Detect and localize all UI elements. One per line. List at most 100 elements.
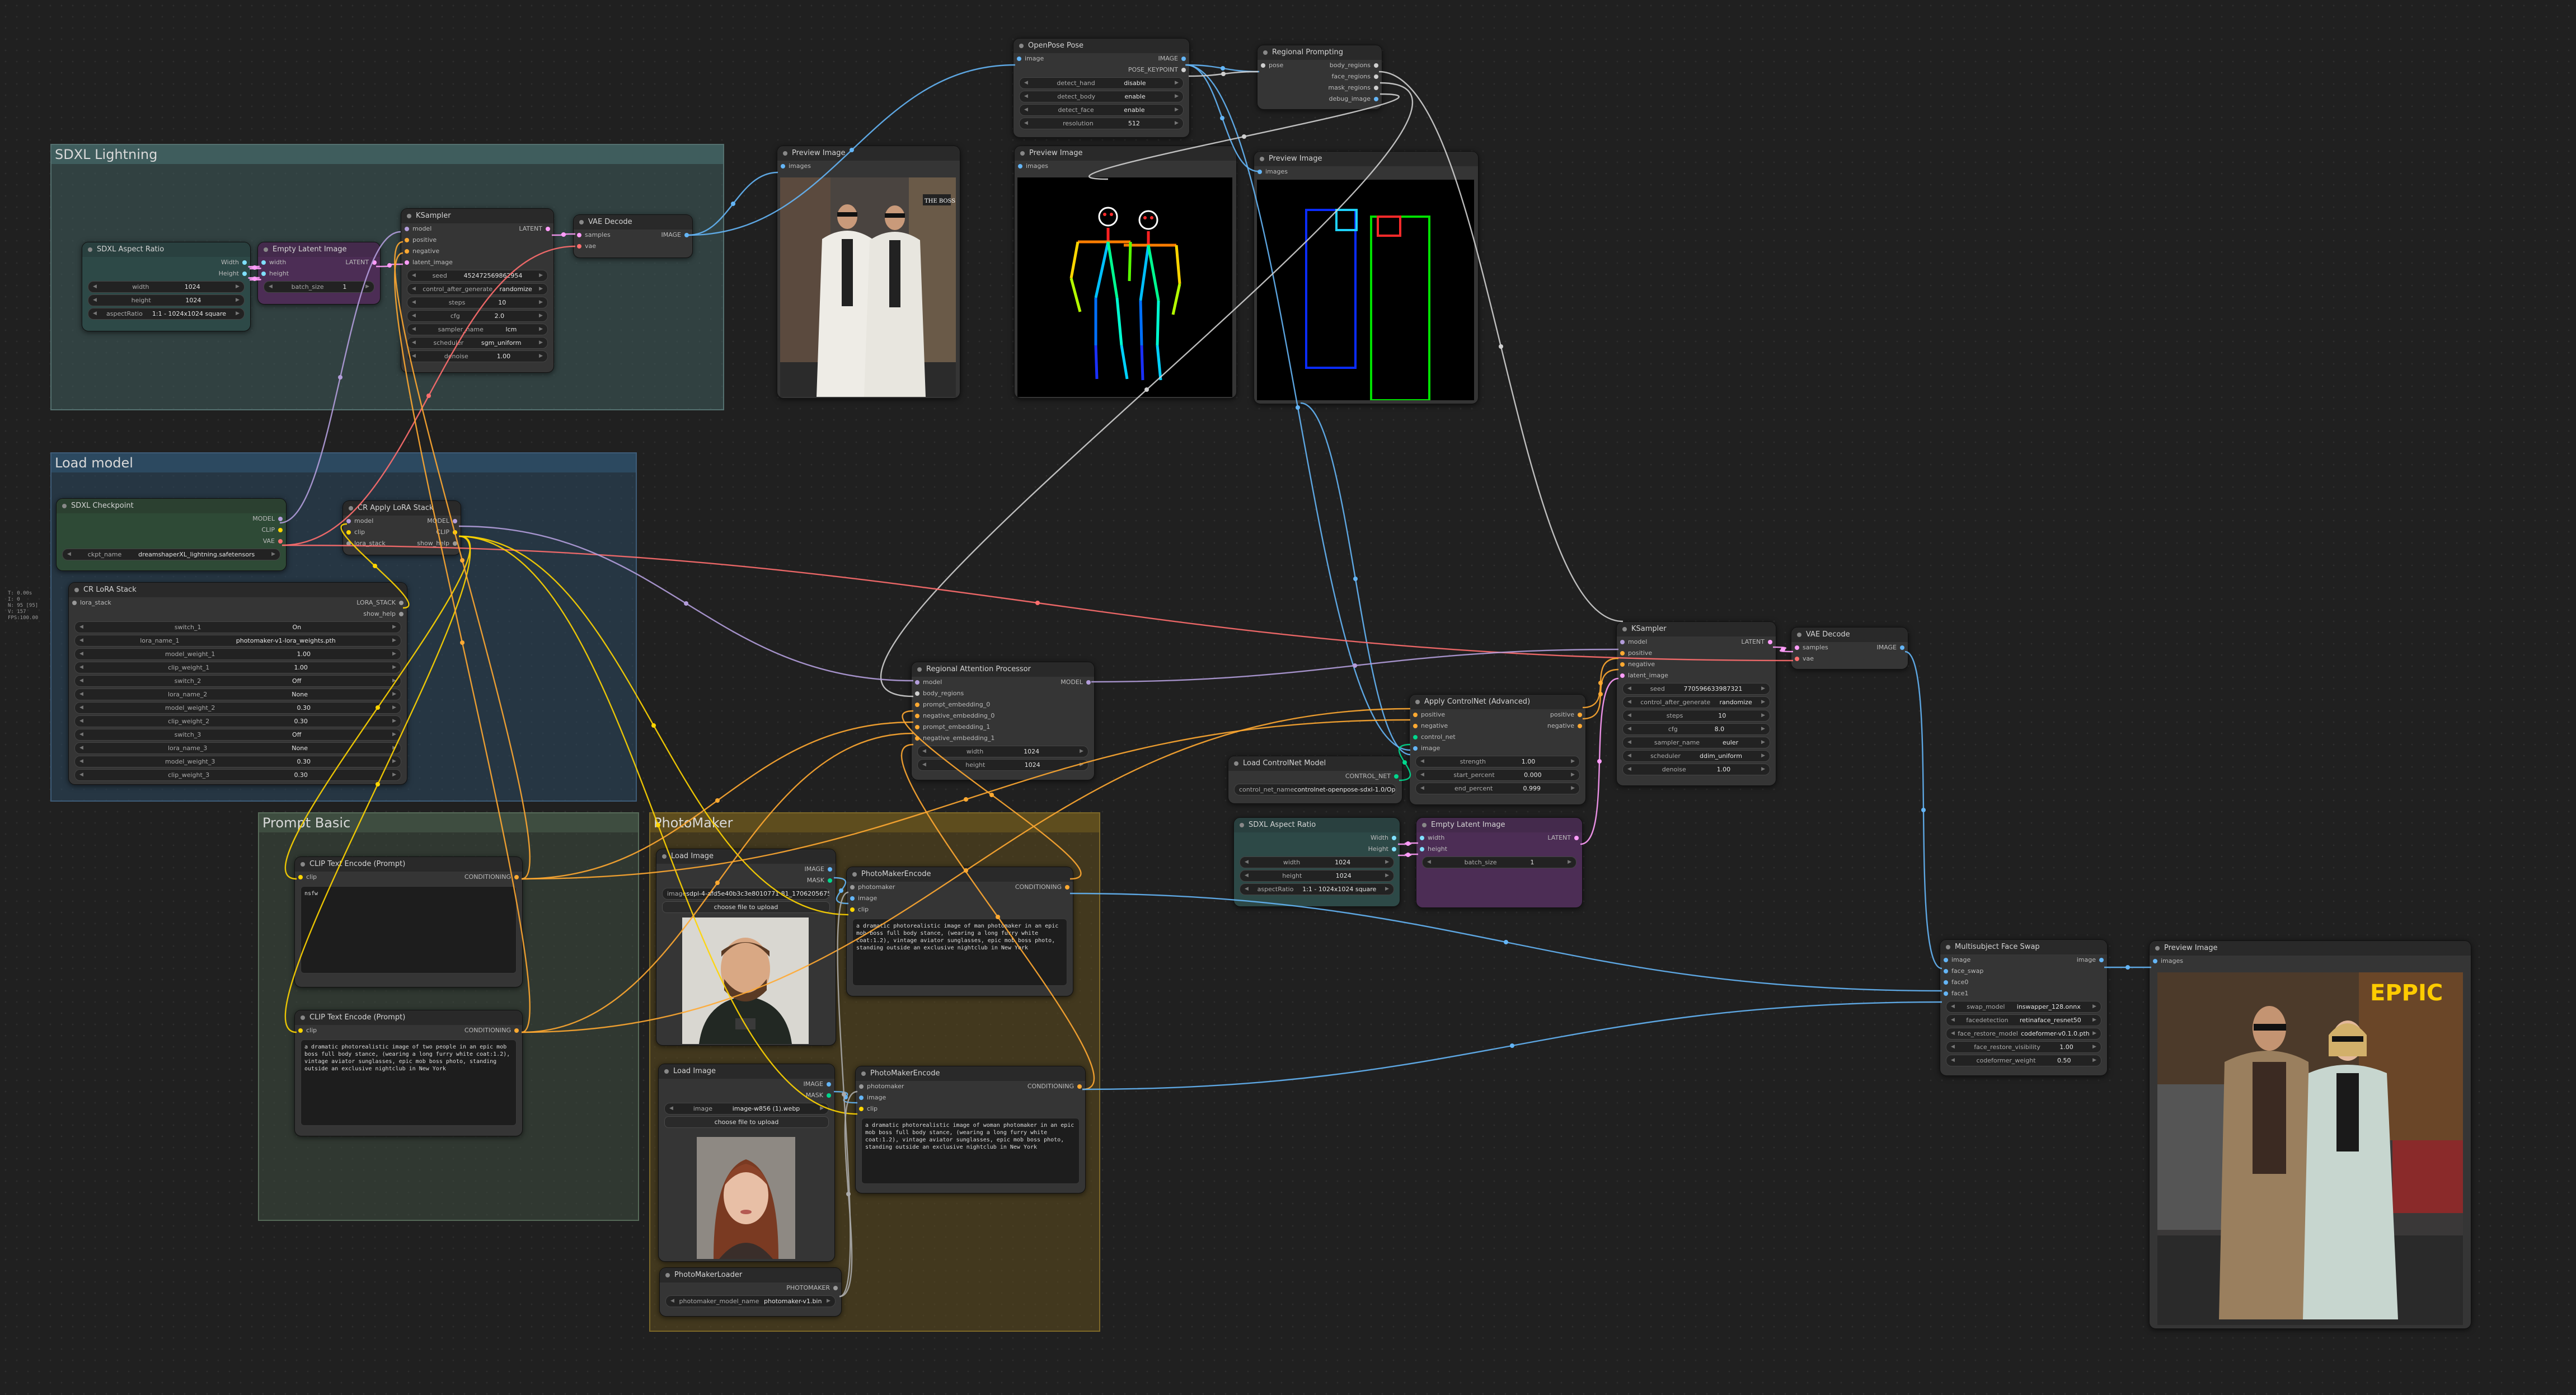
node-title[interactable]: Preview Image [2150, 941, 2471, 956]
widget-width[interactable]: ◀ width 1024 ▶ [917, 746, 1088, 757]
output-conditioning[interactable]: CONDITIONING [1015, 882, 1073, 893]
node-clip-text-encode-positive[interactable]: CLIP Text Encode (Prompt) clip CONDITIONI… [294, 1010, 523, 1136]
input-vae[interactable]: vae [574, 241, 692, 252]
output-clip[interactable]: CLIP [436, 527, 461, 538]
widget-cfg[interactable]: ◀ cfg 2.0 ▶ [407, 310, 548, 322]
input-pose[interactable]: pose [1257, 60, 1283, 71]
input-face1[interactable]: face1 [1940, 988, 2107, 999]
input-width[interactable]: width [258, 257, 286, 268]
input-clip[interactable]: clip [343, 527, 365, 538]
prompt-textarea[interactable]: a dramatic photorealistic image of woman… [861, 1118, 1080, 1184]
node-title[interactable]: OpenPose Pose [1013, 39, 1189, 53]
output-lora-stack[interactable]: LORA_STACK [356, 597, 407, 608]
widget-control-net-name[interactable]: control_net_name controlnet-openpose-sdxl… [1234, 784, 1396, 795]
output-body-regions[interactable]: body_regions [1330, 60, 1382, 71]
input-height[interactable]: height [258, 268, 380, 279]
widget-lora-name-1[interactable]: ◀ lora_name_1 photomaker-v1-lora_weights.p… [74, 635, 401, 647]
output-control-net[interactable]: CONTROL_NET [1228, 771, 1402, 782]
input-face-swap[interactable]: face_swap [1940, 966, 2107, 977]
node-preview-image-3[interactable]: Preview Image images [1254, 151, 1479, 404]
choose-file-button[interactable]: choose file to upload [662, 901, 830, 913]
widget-switch-2[interactable]: ◀ switch_2 Off ▶ [74, 675, 401, 687]
input-face0[interactable]: face0 [1940, 977, 2107, 988]
widget-detect-body[interactable]: ◀ detect_body enable ▶ [1019, 91, 1184, 102]
preview-pose-skeleton[interactable] [1017, 177, 1232, 397]
widget-swap-model[interactable]: ◀ swap_model inswapper_128.onnx ▶ [1946, 1001, 2101, 1013]
widget-clip-weight-3[interactable]: ◀ clip_weight_3 0.30 ▶ [74, 769, 401, 781]
input-width[interactable]: width [1416, 832, 1444, 844]
input-samples[interactable]: samples [574, 230, 611, 241]
node-title[interactable]: SDXL Aspect Ratio [1234, 818, 1400, 832]
node-title[interactable]: Preview Image [1015, 146, 1236, 161]
node-openpose-pose[interactable]: OpenPose Pose image IMAGE POSE_KEYPOINT ◀… [1013, 38, 1190, 138]
output-conditioning[interactable]: CONDITIONING [464, 1025, 522, 1036]
output-photomaker[interactable]: PHOTOMAKER [660, 1282, 841, 1294]
output-clip[interactable]: CLIP [57, 525, 286, 536]
widget-clip-weight-1[interactable]: ◀ clip_weight_1 1.00 ▶ [74, 662, 401, 673]
widget-switch-3[interactable]: ◀ switch_3 Off ▶ [74, 729, 401, 741]
preview-photo-two-men[interactable]: THE BOSS [780, 177, 956, 397]
input-body-regions[interactable]: body_regions [912, 688, 1094, 699]
output-vae[interactable]: VAE [57, 536, 286, 547]
node-regional-prompting[interactable]: Regional Prompting pose body_regions face… [1257, 45, 1382, 110]
widget-seed[interactable]: ◀ seed 452472569862954 ▶ [407, 270, 548, 282]
output-image[interactable]: IMAGE [1158, 53, 1189, 64]
input-lora-stack[interactable]: lora_stack [69, 597, 111, 608]
output-image[interactable]: IMAGE [659, 1079, 834, 1090]
input-vae[interactable]: vae [1791, 653, 1908, 664]
node-title[interactable]: VAE Decode [574, 215, 692, 230]
node-photomaker-encode-1[interactable]: PhotoMakerEncode photomaker CONDITIONING … [846, 867, 1073, 996]
input-positive[interactable]: positive [1410, 709, 1445, 720]
widget-sampler-name[interactable]: ◀ sampler_name euler ▶ [1622, 737, 1770, 748]
node-preview-image-1[interactable]: Preview Image images THE BOSS [777, 146, 960, 399]
widget-face-restore-model[interactable]: ◀ face_restore_model codeformer-v0.1.0.pth… [1946, 1028, 2101, 1040]
group-title[interactable]: PhotoMaker [650, 813, 1099, 832]
input-clip[interactable]: clip [295, 872, 317, 883]
widget-model-weight-2[interactable]: ◀ model_weight_2 0.30 ▶ [74, 702, 401, 714]
input-negative[interactable]: negative [1617, 659, 1776, 670]
node-empty-latent-image-2[interactable]: Empty Latent Image width LATENT height ◀ b… [1416, 817, 1583, 908]
node-title[interactable]: VAE Decode [1791, 628, 1908, 642]
output-width[interactable]: Width [82, 257, 250, 268]
input-image[interactable]: image [1940, 954, 1970, 966]
node-title[interactable]: SDXL Aspect Ratio [82, 242, 250, 257]
output-mask[interactable]: MASK [656, 875, 836, 886]
node-ksampler-2[interactable]: KSampler model LATENT positive negative l… [1616, 621, 1776, 786]
node-empty-latent-image[interactable]: Empty Latent Image width LATENT height ◀ b… [257, 242, 381, 305]
input-photomaker[interactable]: photomaker [847, 882, 895, 893]
node-title[interactable]: Regional Prompting [1257, 45, 1382, 60]
widget-height[interactable]: ◀ height 1024 ▶ [1240, 870, 1394, 882]
node-load-controlnet-model[interactable]: Load ControlNet Model CONTROL_NET contro… [1228, 756, 1402, 804]
output-model[interactable]: MODEL [427, 516, 461, 527]
widget-sampler-name[interactable]: ◀ sampler_name lcm ▶ [407, 324, 548, 335]
node-title[interactable]: Apply ControlNet (Advanced) [1410, 695, 1585, 709]
widget-batch-size[interactable]: ◀ batch_size 1 ▶ [1422, 856, 1576, 868]
output-pose-keypoint[interactable]: POSE_KEYPOINT [1013, 64, 1189, 76]
node-clip-text-encode-negative[interactable]: CLIP Text Encode (Prompt) clip CONDITIONI… [294, 856, 523, 987]
node-title[interactable]: Multisubject Face Swap [1940, 940, 2107, 954]
node-title[interactable]: KSampler [1617, 622, 1776, 636]
output-latent[interactable]: LATENT [519, 223, 553, 235]
output-width[interactable]: Width [1234, 832, 1400, 844]
node-title[interactable]: CLIP Text Encode (Prompt) [295, 857, 522, 872]
widget-image-select[interactable]: ◀ image image-w856 (1).webp ▶ [664, 1103, 829, 1115]
input-negative[interactable]: negative [401, 246, 553, 257]
node-title[interactable]: Load Image [656, 849, 836, 864]
node-load-image-woman[interactable]: Load Image IMAGE MASK ◀ image image-w856 (… [658, 1064, 835, 1262]
widget-height[interactable]: ◀ height 1024 ▶ [88, 294, 245, 306]
node-title[interactable]: PhotoMakerLoader [660, 1268, 841, 1282]
node-title[interactable]: Regional Attention Processor [912, 662, 1094, 677]
widget-aspect-ratio[interactable]: ◀ aspectRatio 1:1 - 1024x1024 square ▶ [1240, 883, 1394, 895]
input-prompt-embedding-0[interactable]: prompt_embedding_0 [912, 699, 1094, 710]
node-title[interactable]: Empty Latent Image [258, 242, 380, 257]
widget-end-percent[interactable]: ◀ end_percent 0.999 ▶ [1415, 783, 1580, 794]
input-clip[interactable]: clip [295, 1025, 317, 1036]
node-title[interactable]: PhotoMakerEncode [847, 867, 1073, 882]
widget-ckpt-name[interactable]: ◀ ckpt_name dreamshaperXL_lightning.safete… [62, 549, 280, 560]
input-samples[interactable]: samples [1791, 642, 1828, 653]
widget-face-detection[interactable]: ◀ facedetection retinaface_resnet50 ▶ [1946, 1014, 2101, 1026]
output-latent[interactable]: LATENT [345, 257, 380, 268]
input-photomaker[interactable]: photomaker [856, 1081, 904, 1092]
input-negative-embedding-1[interactable]: negative_embedding_1 [912, 733, 1094, 744]
widget-lora-name-3[interactable]: ◀ lora_name_3 None ▶ [74, 742, 401, 754]
